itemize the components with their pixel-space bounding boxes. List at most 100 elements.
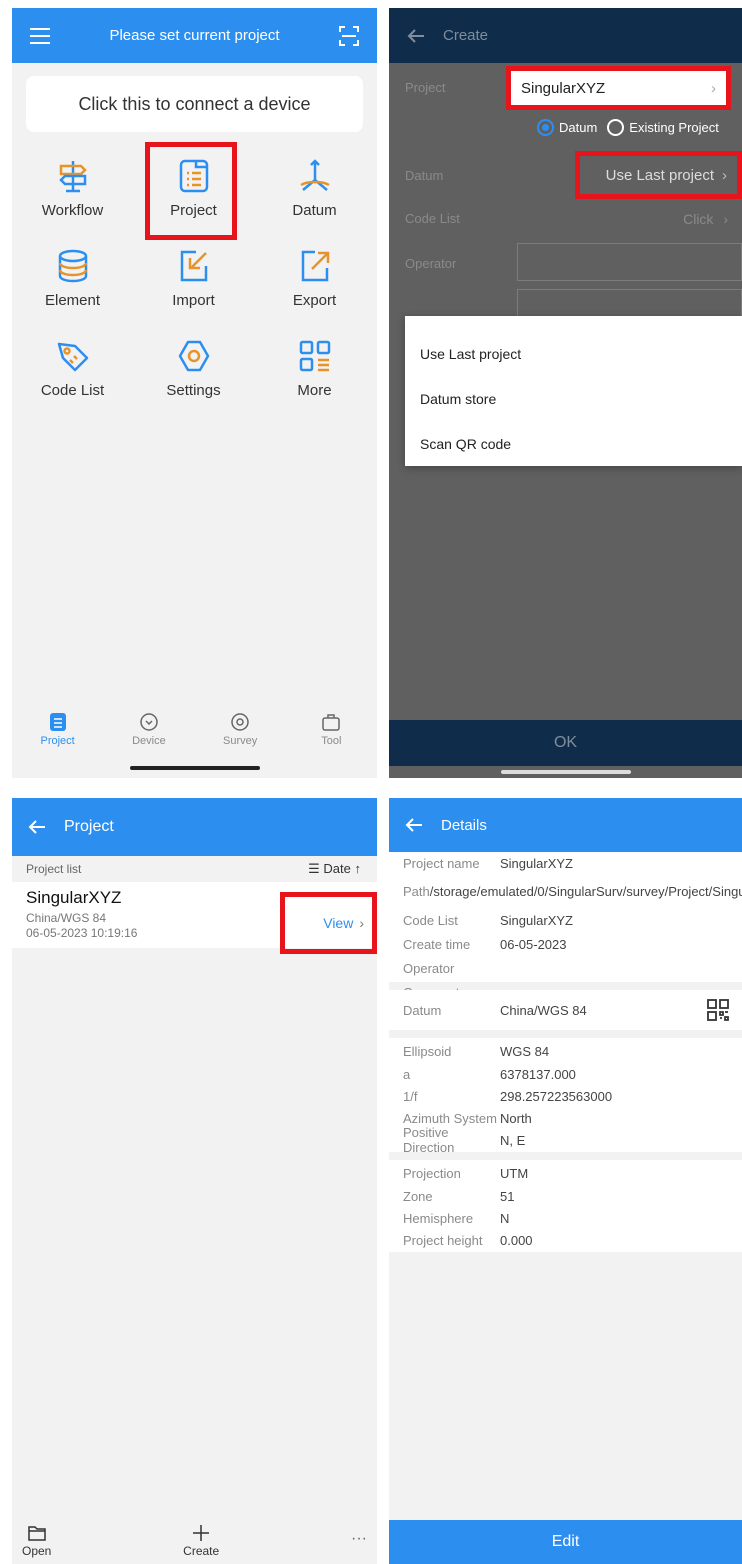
- export-arrow-icon: [301, 250, 329, 282]
- connect-device-button[interactable]: Click this to connect a device: [26, 76, 363, 132]
- back-arrow-icon[interactable]: [407, 28, 425, 44]
- ellipsoid-section: Ellipsoid WGS 84 a 6378137.000 1/f 298.2572…: [389, 1038, 742, 1155]
- option-scan-qr-code[interactable]: Scan QR code: [405, 421, 742, 466]
- back-arrow-icon[interactable]: [28, 819, 46, 835]
- element-button[interactable]: Element: [12, 238, 133, 328]
- database-icon: [58, 249, 87, 283]
- code-list-field-label: Code List: [405, 211, 460, 226]
- home-indicator: [500, 770, 631, 774]
- detail-row: Ellipsoid WGS 84: [403, 1044, 550, 1059]
- code-list-label: Code List: [40, 382, 105, 399]
- qr-code-icon[interactable]: [706, 998, 730, 1022]
- open-button[interactable]: Open: [22, 1524, 51, 1558]
- bottom-navigation: Project Device Survey Tool: [12, 704, 377, 754]
- open-label: Open: [22, 1544, 52, 1558]
- chevron-right-icon: ›: [723, 211, 728, 227]
- import-label: Import: [172, 292, 215, 309]
- datum-label: Datum: [292, 202, 337, 219]
- detail-row: Hemisphere N: [403, 1210, 510, 1226]
- detail-row: Path/storage/emulated/0/SingularSurv/sur…: [403, 883, 742, 899]
- ok-button[interactable]: OK: [389, 720, 742, 766]
- create-title: Create: [443, 27, 489, 44]
- option-use-last-project[interactable]: Use Last project: [405, 331, 742, 376]
- project-details-screen: Details Project name SingularXYZ Path/sto…: [389, 798, 742, 1564]
- nav-project[interactable]: Project: [23, 711, 93, 747]
- detail-row: Positive Direction N, E: [403, 1125, 526, 1155]
- detail-row: Create time 06-05-2023: [403, 936, 567, 952]
- option-datum-store[interactable]: Datum store: [405, 376, 742, 421]
- project-list-screen: Project Project list ☰ Date ↑ SingularXY…: [12, 798, 377, 1564]
- create-button[interactable]: Create: [183, 1524, 219, 1558]
- projection-section: Projection UTM Zone 51 Hemisphere N Project…: [389, 1160, 742, 1252]
- project-info-section: Project name SingularXYZ Path/storage/emu…: [389, 852, 742, 1000]
- export-label: Export: [292, 292, 337, 309]
- folder-icon: [27, 1526, 46, 1541]
- nav-tool-label: Tool: [321, 735, 342, 747]
- header-title: Please set current project: [109, 27, 280, 44]
- chevron-right-icon: ›: [722, 166, 727, 184]
- code-list-selector[interactable]: Click ›: [683, 211, 728, 227]
- element-label: Element: [44, 292, 101, 309]
- tool-tab-icon: [322, 714, 341, 731]
- nav-survey[interactable]: Survey: [205, 711, 275, 747]
- detail-row: 1/f 298.257223563000: [403, 1088, 613, 1104]
- operator-input[interactable]: [517, 243, 742, 281]
- device-tab-icon: [140, 713, 158, 731]
- tag-icon: [57, 342, 88, 372]
- datum-button[interactable]: Datum: [254, 148, 375, 238]
- datum-value: Use Last project: [605, 166, 714, 184]
- back-arrow-icon[interactable]: [405, 817, 423, 833]
- menu-icon[interactable]: [30, 27, 50, 44]
- scan-icon[interactable]: [339, 25, 359, 46]
- survey-tab-icon: [231, 713, 249, 731]
- datum-selector[interactable]: Use Last project ›: [575, 151, 742, 199]
- arrow-up-icon: ↑: [354, 861, 362, 876]
- project-tab-icon: [49, 713, 66, 731]
- edit-label: Edit: [551, 1533, 580, 1550]
- export-button[interactable]: Export: [254, 238, 375, 328]
- datum-section: Datum China/WGS 84: [389, 990, 742, 1030]
- workflow-button[interactable]: Workflow: [12, 148, 133, 238]
- chevron-right-icon: ›: [711, 79, 716, 97]
- detail-row: Datum China/WGS 84: [403, 1002, 587, 1018]
- view-project-button[interactable]: View ›: [280, 892, 377, 954]
- more-options-button[interactable]: ···: [351, 1530, 367, 1558]
- detail-row: Operator: [403, 960, 455, 976]
- radio-datum[interactable]: [537, 119, 554, 136]
- home-header: Please set current project: [12, 8, 377, 63]
- code-list-button[interactable]: Code List: [12, 328, 133, 418]
- edit-button[interactable]: Edit: [389, 1520, 742, 1564]
- import-button[interactable]: Import: [133, 238, 254, 328]
- nav-device[interactable]: Device: [114, 711, 184, 747]
- signpost-icon: [58, 161, 87, 193]
- more-button[interactable]: More: [254, 328, 375, 418]
- project-highlight: [145, 142, 237, 240]
- create-project-screen: Create Project SingularXYZ › Datum Exist…: [389, 8, 742, 778]
- radio-datum-label: Datum: [559, 120, 598, 135]
- nav-survey-label: Survey: [223, 735, 258, 747]
- sort-by-date-button[interactable]: ☰ Date ↑: [308, 861, 361, 877]
- comment-input[interactable]: [517, 289, 742, 319]
- chevron-right-icon: ›: [359, 915, 364, 931]
- nav-tool[interactable]: Tool: [296, 711, 366, 747]
- workflow-label: Workflow: [41, 202, 104, 219]
- radio-existing-project[interactable]: [607, 119, 625, 136]
- detail-row: Projection UTM: [403, 1166, 529, 1181]
- hex-settings-icon: [178, 340, 209, 372]
- project-field-label: Project: [405, 80, 446, 95]
- grid-more-icon: [299, 340, 330, 372]
- create-label: Create: [183, 1544, 220, 1558]
- detail-row: a 6378137.000: [403, 1066, 576, 1082]
- radio-existing-label: Existing Project: [629, 120, 719, 135]
- datum-source-radio-group: Datum Existing Project: [537, 119, 719, 136]
- datum-options-popup: Use Last project Datum store Scan QR cod…: [405, 316, 742, 466]
- import-arrow-icon: [180, 250, 207, 282]
- detail-row: Project height 0.000: [403, 1232, 533, 1248]
- home-indicator: [129, 766, 260, 770]
- sort-icon: ☰: [308, 861, 320, 876]
- detail-row: Code List SingularXYZ: [403, 912, 573, 928]
- plus-icon: [193, 1525, 210, 1541]
- home-screen: Please set current project Click this to…: [12, 8, 377, 778]
- settings-button[interactable]: Settings: [133, 328, 254, 418]
- project-name-input[interactable]: SingularXYZ ›: [506, 66, 731, 110]
